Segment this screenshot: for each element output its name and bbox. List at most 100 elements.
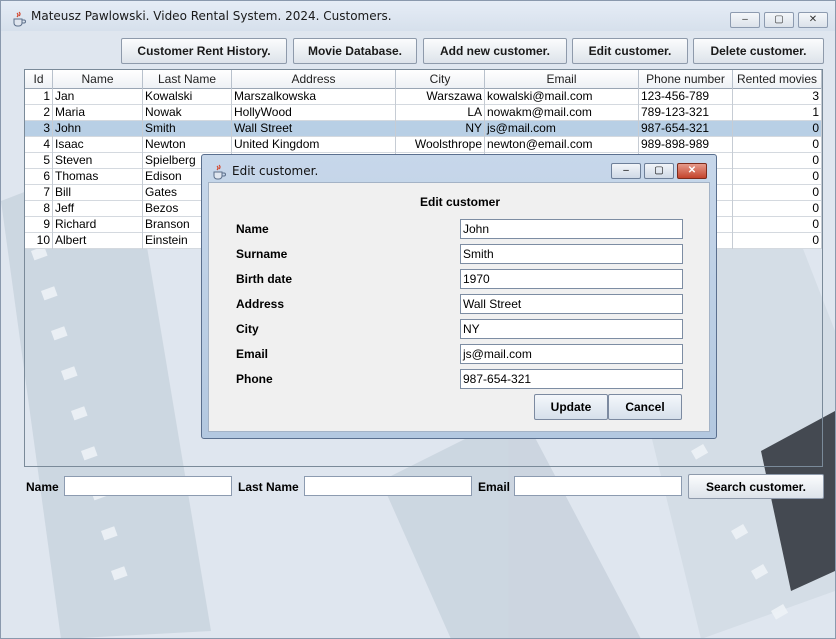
cell-phone[interactable]: 987-654-321 <box>639 121 733 137</box>
cell-name[interactable]: Isaac <box>53 137 143 153</box>
cell-rented[interactable]: 0 <box>733 137 822 153</box>
column-header-address[interactable]: Address <box>232 70 396 89</box>
cell-id[interactable]: 6 <box>25 169 53 185</box>
customer-rent-history-button[interactable]: Customer Rent History. <box>121 38 287 64</box>
dialog-maximize-icon[interactable]: ▢ <box>644 163 674 179</box>
field-input-birth-date[interactable]: 1970 <box>460 269 683 289</box>
cell-city[interactable]: LA <box>396 105 485 121</box>
cell-name[interactable]: Richard <box>53 217 143 233</box>
add-customer-button[interactable]: Add new customer. <box>423 38 567 64</box>
cell-last[interactable]: Newton <box>143 137 232 153</box>
cell-city[interactable]: NY <box>396 121 485 137</box>
field-input-email[interactable]: js@mail.com <box>460 344 683 364</box>
window-title: Mateusz Pawlowski. Video Rental System. … <box>31 9 392 23</box>
cell-address[interactable]: Wall Street <box>232 121 396 137</box>
cell-name[interactable]: Bill <box>53 185 143 201</box>
cell-rented[interactable]: 0 <box>733 233 822 249</box>
cell-id[interactable]: 7 <box>25 185 53 201</box>
cell-phone[interactable]: 989-898-989 <box>639 137 733 153</box>
cell-last[interactable]: Smith <box>143 121 232 137</box>
cell-id[interactable]: 5 <box>25 153 53 169</box>
dialog-minimize-icon[interactable]: – <box>611 163 641 179</box>
cell-city[interactable]: Woolsthrope <box>396 137 485 153</box>
cell-email[interactable]: kowalski@mail.com <box>485 89 639 105</box>
cell-rented[interactable]: 0 <box>733 121 822 137</box>
field-input-city[interactable]: NY <box>460 319 683 339</box>
column-header-city[interactable]: City <box>396 70 485 89</box>
column-header-rented[interactable]: Rented movies <box>733 70 822 89</box>
cell-rented[interactable]: 1 <box>733 105 822 121</box>
dialog-body: Edit customer Update Cancel Name John Surn… <box>208 182 710 432</box>
table-row[interactable]: 3 John Smith Wall Street NY js@mail.com 987-65… <box>25 121 822 137</box>
cell-id[interactable]: 9 <box>25 217 53 233</box>
table-row[interactable]: 4 Isaac Newton United Kingdom Woolsthrope new… <box>25 137 822 153</box>
cell-email[interactable]: nowakm@mail.com <box>485 105 639 121</box>
column-header-phone[interactable]: Phone number <box>639 70 733 89</box>
window-titlebar[interactable]: Mateusz Pawlowski. Video Rental System. … <box>1 1 835 31</box>
edit-customer-button[interactable]: Edit customer. <box>572 38 688 64</box>
cell-id[interactable]: 2 <box>25 105 53 121</box>
search-email-input[interactable] <box>514 476 682 496</box>
maximize-icon[interactable]: ▢ <box>764 12 794 28</box>
update-button[interactable]: Update <box>534 394 608 420</box>
cell-address[interactable]: HollyWood <box>232 105 396 121</box>
column-header-id[interactable]: Id <box>25 70 53 89</box>
cell-id[interactable]: 3 <box>25 121 53 137</box>
search-last-name-label: Last Name <box>238 480 299 494</box>
cancel-button[interactable]: Cancel <box>608 394 682 420</box>
search-name-label: Name <box>26 480 59 494</box>
cell-rented[interactable]: 0 <box>733 217 822 233</box>
cell-email[interactable]: js@mail.com <box>485 121 639 137</box>
cell-address[interactable]: Marszalkowska <box>232 89 396 105</box>
cell-name[interactable]: Jan <box>53 89 143 105</box>
edit-customer-dialog: Edit customer. – ▢ ✕ Edit customer Updat… <box>201 154 717 439</box>
dialog-title: Edit customer. <box>232 164 319 178</box>
column-header-email[interactable]: Email <box>485 70 639 89</box>
field-input-phone[interactable]: 987-654-321 <box>460 369 683 389</box>
cell-name[interactable]: Steven <box>53 153 143 169</box>
cell-phone[interactable]: 123-456-789 <box>639 89 733 105</box>
cell-id[interactable]: 1 <box>25 89 53 105</box>
column-header-last[interactable]: Last Name <box>143 70 232 89</box>
cell-address[interactable]: United Kingdom <box>232 137 396 153</box>
search-name-input[interactable] <box>64 476 232 496</box>
table-row[interactable]: 2 Maria Nowak HollyWood LA nowakm@mail.com 789… <box>25 105 822 121</box>
cell-last[interactable]: Kowalski <box>143 89 232 105</box>
dialog-close-icon[interactable]: ✕ <box>677 163 707 179</box>
field-input-address[interactable]: Wall Street <box>460 294 683 314</box>
search-customer-button[interactable]: Search customer. <box>688 474 824 499</box>
table-header: Id Name Last Name Address City Email Phone num… <box>25 70 822 89</box>
cell-rented[interactable]: 3 <box>733 89 822 105</box>
table-row[interactable]: 1 Jan Kowalski Marszalkowska Warszawa kowalsk… <box>25 89 822 105</box>
cell-rented[interactable]: 0 <box>733 153 822 169</box>
close-icon[interactable]: ✕ <box>798 12 828 28</box>
cell-id[interactable]: 4 <box>25 137 53 153</box>
search-last-name-input[interactable] <box>304 476 472 496</box>
cell-name[interactable]: John <box>53 121 143 137</box>
cell-id[interactable]: 8 <box>25 201 53 217</box>
cell-city[interactable]: Warszawa <box>396 89 485 105</box>
cell-rented[interactable]: 0 <box>733 169 822 185</box>
customers-window: Mateusz Pawlowski. Video Rental System. … <box>0 0 836 639</box>
field-label-city: City <box>236 322 259 336</box>
cell-name[interactable]: Jeff <box>53 201 143 217</box>
field-label-name: Name <box>236 222 269 236</box>
cell-phone[interactable]: 789-123-321 <box>639 105 733 121</box>
field-label-address: Address <box>236 297 285 311</box>
field-input-name[interactable]: John <box>460 219 683 239</box>
java-cup-icon <box>211 164 227 180</box>
cell-last[interactable]: Nowak <box>143 105 232 121</box>
cell-name[interactable]: Albert <box>53 233 143 249</box>
cell-email[interactable]: newton@email.com <box>485 137 639 153</box>
cell-rented[interactable]: 0 <box>733 185 822 201</box>
cell-name[interactable]: Maria <box>53 105 143 121</box>
delete-customer-button[interactable]: Delete customer. <box>693 38 824 64</box>
minimize-icon[interactable]: – <box>730 12 760 28</box>
cell-rented[interactable]: 0 <box>733 201 822 217</box>
movie-database-button[interactable]: Movie Database. <box>293 38 417 64</box>
column-header-name[interactable]: Name <box>53 70 143 89</box>
field-label-phone: Phone <box>236 372 273 386</box>
field-input-surname[interactable]: Smith <box>460 244 683 264</box>
cell-id[interactable]: 10 <box>25 233 53 249</box>
cell-name[interactable]: Thomas <box>53 169 143 185</box>
